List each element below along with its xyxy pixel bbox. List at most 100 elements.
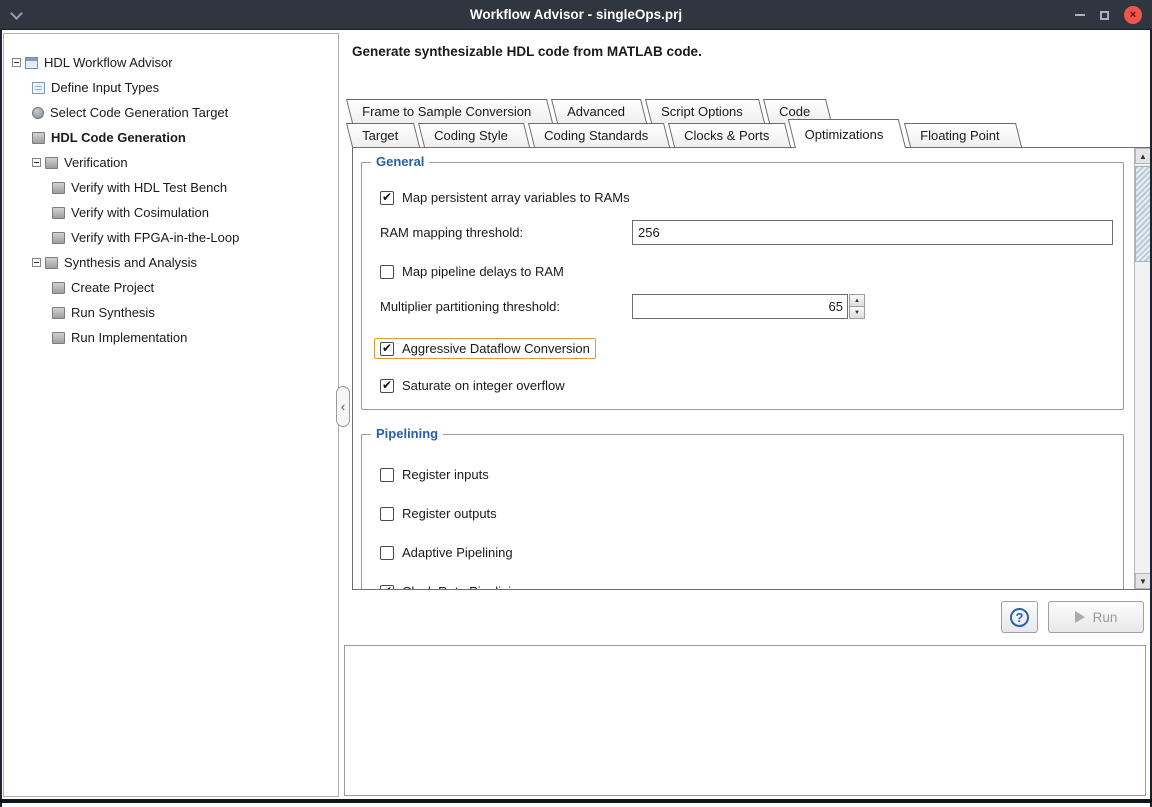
map-pipeline-delays-to-ram-checkbox[interactable] [380, 265, 394, 279]
checkbox-label: Clock Rate Pipelining [402, 584, 526, 589]
tree-item-synthesis-and-analysis[interactable]: Synthesis and Analysis [4, 250, 338, 275]
titlebar: Workflow Advisor - singleOps.prj × [0, 0, 1152, 30]
tab-advanced[interactable]: Advanced [551, 99, 647, 123]
field-row: RAM mapping threshold: 256 [380, 220, 1113, 245]
tree-item-label: HDL Workflow Advisor [44, 55, 173, 70]
tree-expander-minus-icon[interactable] [12, 58, 21, 67]
input-value: 256 [638, 225, 660, 240]
clock-rate-pipelining-checkbox[interactable] [380, 585, 394, 590]
message-area[interactable] [344, 645, 1146, 796]
collapse-panel-button[interactable]: ‹ [336, 386, 350, 427]
tree-item-label: Create Project [71, 280, 154, 295]
group-pipelining: PipeliningRegister inputsRegister output… [361, 434, 1124, 589]
vertical-scrollbar[interactable]: ▲ ▼ [1134, 148, 1151, 589]
folder-icon [52, 307, 65, 319]
tree-item-run-synthesis[interactable]: Run Synthesis [4, 300, 338, 325]
window-title: Workflow Advisor - singleOps.prj [0, 7, 1152, 22]
tab-row-2: TargetCoding StyleCoding StandardsClocks… [352, 123, 1025, 147]
tab-target[interactable]: Target [346, 123, 420, 147]
tree-item-run-implementation[interactable]: Run Implementation [4, 325, 338, 350]
scrollbar-thumb[interactable] [1135, 166, 1151, 262]
tree-expander-minus-icon[interactable] [32, 158, 41, 167]
tab-label: Frame to Sample Conversion [362, 104, 531, 119]
spinner-down-icon[interactable]: ▼ [849, 307, 865, 319]
tab-coding-standards[interactable]: Coding Standards [528, 123, 670, 147]
window-bottom-edge [0, 799, 1152, 803]
minimize-icon[interactable] [1075, 14, 1085, 16]
field-label: RAM mapping threshold: [380, 225, 632, 240]
status-circle-icon [32, 107, 44, 119]
tree-item-label: Define Input Types [51, 80, 159, 95]
aggressive-dataflow-conversion-checkbox[interactable] [380, 342, 394, 356]
tree-item-verify-with-fpga-in-the-loop[interactable]: Verify with FPGA-in-the-Loop [4, 225, 338, 250]
checkbox-row: Register inputs [380, 467, 1113, 482]
tree-item-label: Select Code Generation Target [50, 105, 228, 120]
checkbox-label: Map persistent array variables to RAMs [402, 190, 630, 205]
play-icon [1075, 611, 1085, 623]
help-icon: ? [1010, 608, 1029, 627]
tree-item-label: Synthesis and Analysis [64, 255, 197, 270]
register-inputs-checkbox[interactable] [380, 468, 394, 482]
tree-item-hdl-workflow-advisor[interactable]: HDL Workflow Advisor [4, 50, 338, 75]
folder-icon [52, 232, 65, 244]
help-button[interactable]: ? [1001, 601, 1038, 633]
saturate-on-integer-overflow-checkbox[interactable] [380, 379, 394, 393]
checkbox-row: Aggressive Dataflow Conversion [380, 338, 1113, 359]
tab-label: Code [779, 104, 810, 119]
checkbox-label: Aggressive Dataflow Conversion [402, 341, 590, 356]
app-window-icon [25, 57, 38, 69]
optimizations-tab-panel: GeneralMap persistent array variables to… [352, 147, 1152, 590]
checkbox-label: Saturate on integer overflow [402, 378, 565, 393]
checkbox-label: Register outputs [402, 506, 497, 521]
tab-label: Floating Point [920, 128, 1000, 143]
tree-item-create-project[interactable]: Create Project [4, 275, 338, 300]
checkbox-row: Map pipeline delays to RAM [380, 264, 1113, 279]
tree-item-verify-with-cosimulation[interactable]: Verify with Cosimulation [4, 200, 338, 225]
folder-icon [52, 282, 65, 294]
map-persistent-arrays-to-rams-checkbox[interactable] [380, 191, 394, 205]
tree-item-hdl-code-generation[interactable]: HDL Code Generation [4, 125, 338, 150]
folder-icon [52, 182, 65, 194]
spinner-buttons: ▲▼ [849, 294, 865, 319]
spinner-up-icon[interactable]: ▲ [849, 294, 865, 307]
panel-content: GeneralMap persistent array variables to… [353, 148, 1134, 589]
tree-item-label: Run Synthesis [71, 305, 155, 320]
checkbox-row: Map persistent array variables to RAMs [380, 190, 1113, 205]
field-label: Multiplier partitioning threshold: [380, 299, 632, 314]
workflow-tree: HDL Workflow Advisor Define Input Types Se… [3, 33, 339, 797]
checkbox-row: Clock Rate Pipelining [380, 584, 1113, 589]
adaptive-pipelining-checkbox[interactable] [380, 546, 394, 560]
tree-item-label: Verification [64, 155, 128, 170]
tree-item-select-code-generation-target[interactable]: Select Code Generation Target [4, 100, 338, 125]
scroll-up-icon[interactable]: ▲ [1135, 148, 1151, 164]
tab-clocks-ports[interactable]: Clocks & Ports [668, 123, 791, 147]
folder-icon [32, 132, 45, 144]
tree-expander-minus-icon[interactable] [32, 258, 41, 267]
run-button[interactable]: Run [1048, 601, 1144, 633]
scroll-down-icon[interactable]: ▼ [1135, 573, 1151, 589]
tree-item-define-input-types[interactable]: Define Input Types [4, 75, 338, 100]
checkbox-row: Register outputs [380, 506, 1113, 521]
tab-label: Coding Style [434, 128, 508, 143]
tab-optimizations[interactable]: Optimizations [788, 119, 906, 148]
restore-icon[interactable] [1100, 11, 1109, 20]
register-outputs-checkbox[interactable] [380, 507, 394, 521]
checkbox-label: Map pipeline delays to RAM [402, 264, 564, 279]
tree-item-label: Verify with FPGA-in-the-Loop [71, 230, 239, 245]
tab-label: Clocks & Ports [684, 128, 769, 143]
tree-item-label: Verify with Cosimulation [71, 205, 209, 220]
tree-item-label: Run Implementation [71, 330, 187, 345]
ram-mapping-threshold-input[interactable]: 256 [632, 220, 1113, 245]
tree-item-verify-with-hdl-test-bench[interactable]: Verify with HDL Test Bench [4, 175, 338, 200]
tab-floating-point[interactable]: Floating Point [904, 123, 1021, 147]
folder-icon [45, 157, 58, 169]
tree-item-verification[interactable]: Verification [4, 150, 338, 175]
tab-label: Coding Standards [544, 128, 648, 143]
run-button-label: Run [1093, 610, 1118, 625]
page-title: Generate synthesizable HDL code from MAT… [352, 44, 702, 59]
tab-script-options[interactable]: Script Options [645, 99, 765, 123]
multiplier-partitioning-threshold-spinner[interactable]: 65 [632, 294, 848, 319]
tab-coding-style[interactable]: Coding Style [418, 123, 530, 147]
close-icon[interactable]: × [1124, 6, 1142, 24]
tab-frame-to-sample-conversion[interactable]: Frame to Sample Conversion [346, 99, 553, 123]
